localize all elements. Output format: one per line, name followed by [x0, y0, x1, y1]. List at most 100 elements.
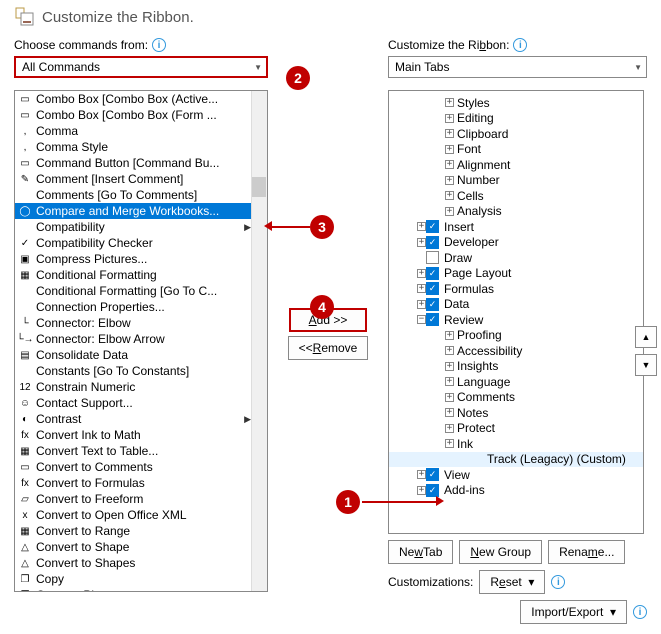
checkbox[interactable] — [426, 468, 439, 481]
expander-icon[interactable]: + — [445, 362, 454, 371]
command-item[interactable]: ☺Contact Support... — [15, 395, 267, 411]
new-group-button[interactable]: New Group — [459, 540, 542, 564]
tree-item[interactable]: + Comments — [389, 390, 643, 406]
command-item[interactable]: Conditional Formatting [Go To C... — [15, 283, 267, 299]
tree-item[interactable]: + Insert — [389, 219, 643, 235]
info-icon[interactable]: i — [152, 38, 166, 52]
command-item[interactable]: Comments [Go To Comments] — [15, 187, 267, 203]
command-item[interactable]: fxConvert to Formulas — [15, 475, 267, 491]
command-item[interactable]: xConvert to Open Office XML — [15, 507, 267, 523]
tree-item[interactable]: + Proofing — [389, 328, 643, 344]
expander-icon[interactable]: + — [417, 470, 426, 479]
command-item[interactable]: ▦Conditional Formatting — [15, 267, 267, 283]
expander-icon[interactable]: + — [417, 238, 426, 247]
remove-button[interactable]: << Remove — [288, 336, 369, 360]
expander-icon[interactable]: + — [445, 346, 454, 355]
command-item[interactable]: ✎Comment [Insert Comment] — [15, 171, 267, 187]
tree-item[interactable]: + Page Layout — [389, 266, 643, 282]
tree-item[interactable]: + Notes — [389, 405, 643, 421]
tree-item[interactable]: + Styles — [389, 95, 643, 111]
command-item[interactable]: ▭Combo Box [Combo Box (Active... — [15, 91, 267, 107]
tree-item[interactable]: + Font — [389, 142, 643, 158]
expander-icon[interactable]: + — [445, 424, 454, 433]
tree-item[interactable]: + Ink — [389, 436, 643, 452]
tree-item[interactable]: + View — [389, 467, 643, 483]
expander-icon[interactable]: + — [445, 160, 454, 169]
tree-item[interactable]: + Developer — [389, 235, 643, 251]
expander-icon[interactable]: + — [445, 393, 454, 402]
expander-icon[interactable]: + — [445, 176, 454, 185]
command-item[interactable]: fxConvert Ink to Math — [15, 427, 267, 443]
tree-item[interactable]: + Cells — [389, 188, 643, 204]
scrollbar[interactable] — [251, 91, 267, 591]
expander-icon[interactable]: + — [445, 129, 454, 138]
command-item[interactable]: └→Connector: Elbow Arrow — [15, 331, 267, 347]
tree-item[interactable]: Draw — [389, 250, 643, 266]
commands-listbox[interactable]: ▭Combo Box [Combo Box (Active...▭Combo B… — [14, 90, 268, 592]
expander-icon[interactable]: + — [445, 98, 454, 107]
expander-icon[interactable]: + — [417, 269, 426, 278]
checkbox[interactable] — [426, 267, 439, 280]
command-item[interactable]: 12Constrain Numeric — [15, 379, 267, 395]
command-item[interactable]: Constants [Go To Constants] — [15, 363, 267, 379]
scroll-thumb[interactable] — [252, 177, 266, 197]
expander-icon[interactable]: + — [445, 331, 454, 340]
tree-item[interactable]: + Add-ins — [389, 483, 643, 499]
command-item[interactable]: └Connector: Elbow — [15, 315, 267, 331]
checkbox[interactable] — [426, 251, 439, 264]
command-item[interactable]: ▦Convert to Range — [15, 523, 267, 539]
info-icon[interactable]: i — [551, 575, 565, 589]
expander-icon[interactable]: + — [445, 408, 454, 417]
move-up-button[interactable]: ▲ — [635, 326, 657, 348]
command-item[interactable]: △Convert to Shape — [15, 539, 267, 555]
expander-icon[interactable]: − — [417, 315, 426, 324]
command-item[interactable]: ▦Convert Text to Table... — [15, 443, 267, 459]
expander-icon[interactable]: + — [417, 486, 426, 495]
command-item[interactable]: ✓Compatibility Checker — [15, 235, 267, 251]
checkbox[interactable] — [426, 484, 439, 497]
expander-icon[interactable]: + — [417, 284, 426, 293]
tree-item[interactable]: + Analysis — [389, 204, 643, 220]
choose-commands-dropdown[interactable]: All Commands ▼ — [14, 56, 268, 78]
command-item[interactable]: ◯Compare and Merge Workbooks... — [15, 203, 267, 219]
checkbox[interactable] — [426, 236, 439, 249]
expander-icon[interactable]: + — [417, 222, 426, 231]
tree-item[interactable]: + Clipboard — [389, 126, 643, 142]
tree-item[interactable]: + Number — [389, 173, 643, 189]
command-item[interactable]: ▣Compress Pictures... — [15, 251, 267, 267]
tree-item[interactable]: + Insights — [389, 359, 643, 375]
command-item[interactable]: ▭Command Button [Command Bu... — [15, 155, 267, 171]
tree-item[interactable]: + Accessibility — [389, 343, 643, 359]
expander-icon[interactable]: + — [417, 300, 426, 309]
move-down-button[interactable]: ▼ — [635, 354, 657, 376]
new-tab-button[interactable]: New Tab — [388, 540, 453, 564]
expander-icon[interactable]: + — [445, 377, 454, 386]
command-item[interactable]: ◐Contrast▶ — [15, 411, 267, 427]
info-icon[interactable]: i — [513, 38, 527, 52]
command-item[interactable]: Compatibility▶ — [15, 219, 267, 235]
tree-item[interactable]: − Review — [389, 312, 643, 328]
command-item[interactable]: ❐Copy — [15, 571, 267, 587]
command-item[interactable]: ❐Copy as Picture... — [15, 587, 267, 592]
customize-ribbon-dropdown[interactable]: Main Tabs ▼ — [388, 56, 647, 78]
command-item[interactable]: ▤Consolidate Data — [15, 347, 267, 363]
checkbox[interactable] — [426, 298, 439, 311]
expander-icon[interactable]: + — [445, 114, 454, 123]
command-item[interactable]: ▱Convert to Freeform — [15, 491, 267, 507]
reset-button[interactable]: Reset ▾ — [479, 570, 545, 594]
tree-item[interactable]: + Language — [389, 374, 643, 390]
command-item[interactable]: ,Comma — [15, 123, 267, 139]
checkbox[interactable] — [426, 282, 439, 295]
expander-icon[interactable]: + — [445, 191, 454, 200]
tree-item[interactable]: + Protect — [389, 421, 643, 437]
ribbon-tree[interactable]: + Styles+ Editing+ Clipboard+ Font+ Alig… — [388, 90, 644, 534]
command-item[interactable]: ▭Combo Box [Combo Box (Form ... — [15, 107, 267, 123]
expander-icon[interactable]: + — [445, 145, 454, 154]
rename-button[interactable]: Rename... — [548, 540, 625, 564]
expander-icon[interactable]: + — [445, 439, 454, 448]
command-item[interactable]: ,Comma Style — [15, 139, 267, 155]
command-item[interactable]: △Convert to Shapes — [15, 555, 267, 571]
import-export-button[interactable]: Import/Export ▾ — [520, 600, 627, 624]
expander-icon[interactable]: + — [445, 207, 454, 216]
tree-item[interactable]: + Editing — [389, 111, 643, 127]
